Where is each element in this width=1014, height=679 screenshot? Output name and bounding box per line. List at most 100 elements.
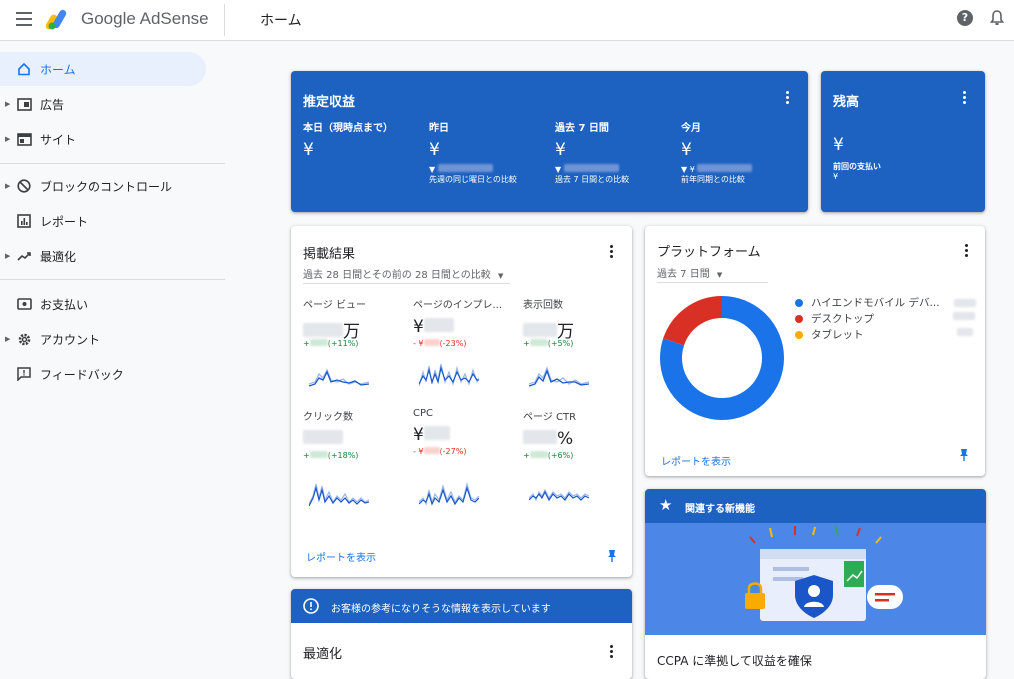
metric-delta: + (+6%) bbox=[523, 451, 628, 460]
more-options-icon[interactable] bbox=[610, 245, 614, 260]
redacted-value bbox=[697, 164, 753, 172]
info-banner-text: お客様の参考になりそうな情報を表示しています bbox=[331, 604, 551, 615]
more-options-icon[interactable] bbox=[965, 244, 969, 259]
star-icon: ★ bbox=[659, 496, 673, 514]
balance-value: ¥ bbox=[833, 135, 844, 155]
sidebar-item-sites[interactable]: ▶ サイト bbox=[0, 122, 206, 156]
dropdown-arrow-icon: ▼ bbox=[716, 271, 723, 279]
metric-cpc[interactable]: CPC ¥ - ¥ (-27%) bbox=[413, 408, 518, 456]
info-icon bbox=[303, 598, 319, 614]
sidebar-item-label: ブロックのコントロール bbox=[40, 179, 173, 194]
sidebar-item-label: 最適化 bbox=[40, 249, 77, 264]
ads-icon bbox=[16, 96, 32, 112]
metric-delta: + (+11%) bbox=[303, 339, 408, 348]
view-report-link[interactable]: レポートを表示 bbox=[661, 453, 731, 468]
performance-card: 掲載結果 過去 28 日間とその前の 28 日間との比較 ▼ ページ ビュー 万… bbox=[291, 226, 632, 577]
sidebar-item-label: レポート bbox=[40, 214, 89, 229]
pin-icon[interactable] bbox=[607, 549, 617, 563]
sidebar-item-optimization[interactable]: ▶ 最適化 bbox=[0, 239, 206, 273]
delta-sign: + bbox=[523, 451, 530, 460]
trend-down-icon: ▼ bbox=[555, 165, 562, 174]
delta-sign: + bbox=[303, 451, 310, 460]
metric-delta: + (+18%) bbox=[303, 451, 408, 460]
sidebar-item-ads[interactable]: ▶ 広告 bbox=[0, 87, 206, 121]
earnings-value: ¥ bbox=[681, 140, 692, 160]
metric-clicks[interactable]: クリック数 + (+18%) bbox=[303, 408, 408, 460]
metric-value: ¥ bbox=[413, 317, 518, 337]
expand-caret-icon[interactable]: ▶ bbox=[5, 100, 10, 108]
metric-unit: % bbox=[557, 429, 574, 449]
earnings-label: 過去 7 日間 bbox=[555, 123, 609, 134]
delta-percent: (+5%) bbox=[547, 339, 574, 348]
sidebar-item-account[interactable]: ▶ アカウント bbox=[0, 322, 206, 356]
earnings-value: ¥ bbox=[303, 140, 314, 160]
metric-label: クリック数 bbox=[303, 412, 353, 423]
sidebar-item-feedback[interactable]: フィードバック bbox=[0, 357, 206, 391]
legend-label: ハイエンドモバイル デバ... bbox=[811, 297, 940, 309]
more-options-icon[interactable] bbox=[963, 91, 967, 106]
metric-label: ページ ビュー bbox=[303, 300, 366, 311]
redacted-value bbox=[957, 328, 973, 336]
delta-percent: (-23%) bbox=[439, 339, 467, 348]
pin-icon[interactable] bbox=[959, 448, 969, 462]
metric-page-views[interactable]: ページ ビュー 万 + (+11%) bbox=[303, 296, 408, 348]
earnings-yesterday: 昨日 ¥ ▼ 先週の同じ曜日との比較 bbox=[429, 119, 549, 185]
sidebar-item-blocking-controls[interactable]: ▶ ブロックのコントロール bbox=[0, 169, 206, 203]
balance-card: 残高 ¥ 前回の支払い ¥ bbox=[821, 71, 985, 212]
redacted-value bbox=[523, 323, 557, 337]
sidebar-item-reports[interactable]: レポート bbox=[0, 204, 206, 238]
trend-down-icon: ▼ ¥ bbox=[681, 165, 695, 174]
gear-icon bbox=[16, 331, 32, 347]
help-icon[interactable]: ? bbox=[957, 10, 973, 26]
redacted-value bbox=[563, 164, 619, 172]
home-icon bbox=[16, 61, 32, 77]
delta-sign: - ¥ bbox=[413, 339, 424, 348]
sidebar-item-label: サイト bbox=[40, 132, 77, 147]
last-payment-value: ¥ bbox=[833, 172, 839, 181]
trending-up-icon bbox=[16, 248, 32, 264]
adsense-logo[interactable] bbox=[46, 8, 74, 30]
metric-currency: ¥ bbox=[413, 425, 424, 445]
expand-caret-icon[interactable]: ▶ bbox=[5, 135, 10, 143]
legend-item-mobile: ハイエンドモバイル デバ... bbox=[795, 295, 976, 310]
expand-caret-icon[interactable]: ▶ bbox=[5, 252, 10, 260]
platform-card: プラットフォーム 過去 7 日間 ▼ ハイエンドモバイル デバ... デスクトッ… bbox=[645, 226, 985, 476]
earnings-label: 今月 bbox=[681, 123, 701, 134]
metric-delta: - ¥ (-23%) bbox=[413, 339, 518, 348]
legend-item-tablet: タブレット bbox=[795, 327, 864, 342]
sparkline-impressions bbox=[529, 366, 589, 387]
estimated-earnings-card: 推定収益 本日（現時点まで） ¥ 昨日 ¥ ▼ 先週の同じ曜日との比較 過去 7… bbox=[291, 71, 808, 212]
more-options-icon[interactable] bbox=[610, 645, 614, 660]
more-options-icon[interactable] bbox=[786, 91, 790, 106]
dropdown-arrow-icon: ▼ bbox=[497, 272, 504, 280]
metric-impressions[interactable]: 表示回数 万 + (+5%) bbox=[523, 296, 628, 348]
card-title: 掲載結果 bbox=[303, 247, 356, 262]
legend-label: デスクトップ bbox=[811, 313, 874, 325]
delta-percent: (-27%) bbox=[439, 447, 467, 456]
delta-sign: - ¥ bbox=[413, 447, 424, 456]
date-range-select[interactable]: 過去 7 日間 ▼ bbox=[657, 265, 722, 280]
redacted-value bbox=[303, 323, 343, 337]
sidebar-item-label: ホーム bbox=[40, 62, 76, 77]
earnings-compare: ▼ 過去 7 日間との比較 bbox=[555, 164, 675, 185]
expand-caret-icon[interactable]: ▶ bbox=[5, 182, 10, 190]
view-report-link[interactable]: レポートを表示 bbox=[306, 549, 376, 564]
sidebar-item-payments[interactable]: お支払い bbox=[0, 287, 206, 321]
block-icon bbox=[16, 178, 32, 194]
sparkline-page-rpm bbox=[419, 363, 479, 387]
sites-icon bbox=[16, 131, 32, 147]
metric-delta: - ¥ (-27%) bbox=[413, 447, 518, 456]
metric-page-rpm[interactable]: ページのインプレ... ¥ - ¥ (-23%) bbox=[413, 296, 518, 348]
expand-caret-icon[interactable]: ▶ bbox=[5, 335, 10, 343]
delta-percent: (+18%) bbox=[327, 451, 359, 460]
notifications-icon[interactable] bbox=[990, 10, 1004, 26]
menu-icon[interactable] bbox=[16, 12, 32, 26]
earnings-last-7-days: 過去 7 日間 ¥ ▼ 過去 7 日間との比較 bbox=[555, 119, 675, 185]
last-payment-label: 前回の支払い bbox=[833, 162, 881, 171]
sidebar-item-home[interactable]: ホーム bbox=[0, 52, 206, 86]
metric-value: % bbox=[523, 429, 628, 449]
feature-headline: CCPA に準拠して収益を確保 bbox=[657, 654, 812, 668]
card-title: 残高 bbox=[833, 95, 860, 110]
metric-page-ctr[interactable]: ページ CTR % + (+6%) bbox=[523, 408, 628, 460]
date-range-select[interactable]: 過去 28 日間とその前の 28 日間との比較 ▼ bbox=[303, 266, 503, 281]
